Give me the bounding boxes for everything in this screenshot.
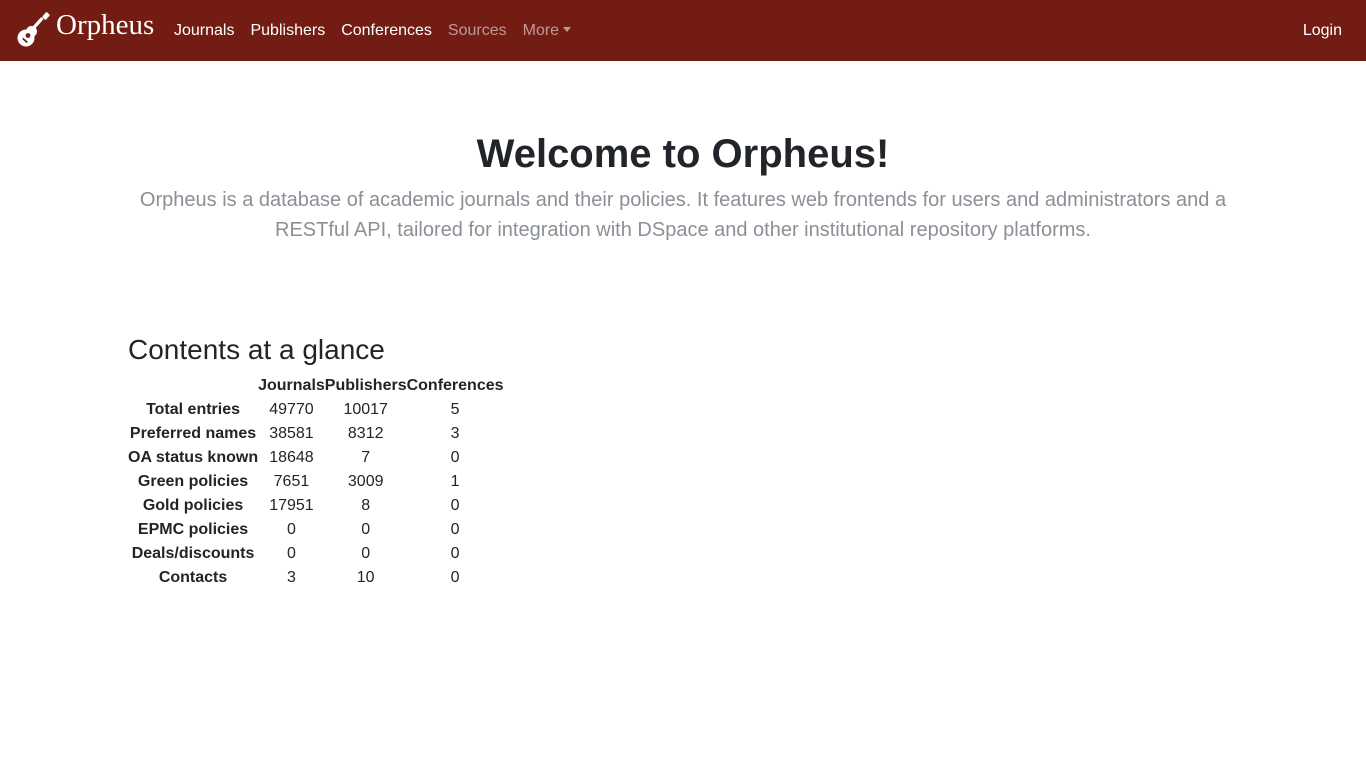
row-label: Deals/discounts: [131, 545, 255, 562]
row-label: Preferred names: [129, 425, 257, 442]
row-label: Gold policies: [142, 497, 244, 514]
table-row: Contacts 3 10 0: [128, 566, 504, 590]
row-label: Contacts: [158, 569, 228, 586]
row-label: Total entries: [146, 401, 241, 418]
contents-at-a-glance: Contents at a glance Journals Publishers…: [128, 332, 504, 586]
cell-value: 7651: [273, 473, 310, 490]
stats-table: Journals Publishers Conferences Total en…: [128, 374, 504, 590]
row-label: Green policies: [137, 473, 249, 490]
welcome-hero: Welcome to Orpheus! Orpheus is a databas…: [0, 128, 1366, 245]
cell-value: 38581: [269, 425, 314, 442]
cell-value: 17951: [269, 497, 314, 514]
table-row: Green policies 7651 3009 1: [128, 470, 504, 494]
column-header-journals: Journals: [258, 377, 325, 394]
login-link[interactable]: Login: [1295, 19, 1350, 43]
page-title: Welcome to Orpheus!: [476, 132, 890, 176]
cell-value: 3: [286, 569, 296, 586]
table-row: EPMC policies 0 0 0: [128, 518, 504, 542]
table-row: OA status known 18648 7 0: [128, 446, 504, 470]
cell-value: 0: [361, 545, 371, 562]
table-row: Total entries 49770 10017 5: [128, 398, 504, 422]
login-area: Login: [1295, 0, 1350, 61]
cell-value: 0: [286, 545, 296, 562]
cell-value: 18648: [269, 449, 314, 466]
table-header-row: Journals Publishers Conferences: [128, 374, 504, 398]
cell-value: 3009: [347, 473, 384, 490]
corner-cell: [128, 374, 258, 398]
table-row: Gold policies 17951 8 0: [128, 494, 504, 518]
cell-value: 0: [361, 521, 371, 538]
cell-value: 8312: [347, 425, 384, 442]
cell-value: 49770: [269, 401, 314, 418]
nav-sources[interactable]: Sources: [440, 19, 515, 43]
table-row: Preferred names 38581 8312 3: [128, 422, 504, 446]
row-label: EPMC policies: [137, 521, 249, 538]
cell-value: 5: [450, 401, 460, 418]
nav-links: Journals Publishers Conferences Sources …: [166, 0, 579, 61]
cell-value: 0: [450, 449, 460, 466]
cell-value: 7: [361, 449, 371, 466]
brand-link[interactable]: Orpheus: [16, 9, 154, 48]
cell-value: 8: [361, 497, 371, 514]
cell-value: 10017: [343, 401, 388, 418]
cell-value: 0: [450, 545, 460, 562]
cell-value: 0: [286, 521, 296, 538]
nav-journals[interactable]: Journals: [166, 19, 242, 43]
column-header-conferences: Conferences: [406, 377, 504, 394]
cell-value: 10: [356, 569, 375, 586]
nav-more-label: More: [522, 21, 560, 39]
cell-value: 3: [450, 425, 460, 442]
nav-publishers[interactable]: Publishers: [242, 19, 333, 43]
chevron-down-icon: [563, 26, 572, 32]
section-title: Contents at a glance: [128, 334, 385, 365]
nav-more-dropdown[interactable]: More: [515, 19, 579, 43]
hero-description: Orpheus is a database of academic journa…: [139, 189, 1227, 241]
cell-value: 0: [450, 521, 460, 538]
brand-name: Orpheus: [56, 9, 155, 41]
top-navbar: Orpheus Journals Publishers Conferences …: [0, 0, 1366, 61]
cell-value: 0: [450, 497, 460, 514]
guitar-icon: [17, 12, 50, 47]
row-label: OA status known: [128, 449, 259, 466]
cell-value: 1: [450, 473, 460, 490]
table-row: Deals/discounts 0 0 0: [128, 542, 504, 566]
nav-conferences[interactable]: Conferences: [333, 19, 440, 43]
cell-value: 0: [450, 569, 460, 586]
column-header-publishers: Publishers: [324, 377, 407, 394]
